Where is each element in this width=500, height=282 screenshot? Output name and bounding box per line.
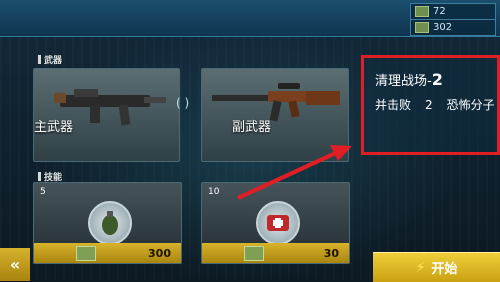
back-button[interactable]: « — [0, 248, 30, 281]
skill-slot-medkit[interactable]: 10 30 — [201, 182, 350, 264]
ammo-value: 72 — [433, 6, 446, 17]
ammo-counter: 72 — [410, 3, 496, 20]
skill-cost: 300 — [148, 246, 171, 260]
secondary-weapon-label: 副武器 — [232, 120, 272, 135]
skill-slot-grenade[interactable]: 5 300 — [33, 182, 182, 264]
ammo-box-icon — [415, 6, 429, 17]
skill-cost: 30 — [323, 246, 339, 260]
skill-count: 10 — [208, 187, 220, 197]
cash-value: 302 — [433, 22, 453, 33]
skill-cost-bar: 30 — [202, 243, 349, 263]
grenade-icon — [87, 201, 132, 245]
section-marker — [38, 55, 41, 64]
mission-panel: 清理战场-2 并击败 2 恐怖分子 — [361, 55, 500, 155]
cash-counter: 302 — [410, 19, 496, 36]
cash-stack-icon — [415, 22, 429, 33]
skill-count: 5 — [40, 187, 46, 197]
section-marker — [38, 172, 41, 181]
lightning-icon: ⚡ — [415, 259, 426, 276]
cash-stack-icon — [244, 246, 264, 261]
primary-weapon-slot[interactable]: 主武器 — [33, 68, 180, 162]
secondary-weapon-slot[interactable]: 副武器 — [201, 68, 349, 162]
swap-weapons-icon[interactable]: ( ) — [176, 96, 189, 110]
skill-cost-bar: 300 — [34, 243, 181, 263]
smg-icon — [54, 89, 166, 126]
weapons-section-label: 武器 — [38, 53, 62, 66]
medkit-icon — [255, 201, 300, 245]
primary-weapon-label: 主武器 — [34, 120, 74, 135]
start-label: 开始 — [431, 262, 458, 277]
top-bar: 72 302 — [0, 0, 500, 37]
start-button[interactable]: ⚡ 开始 — [373, 252, 500, 282]
cash-stack-icon — [76, 246, 96, 261]
highlight-frame — [361, 55, 500, 155]
rifle-icon — [212, 83, 340, 122]
double-chevron-left-icon: « — [9, 255, 21, 274]
